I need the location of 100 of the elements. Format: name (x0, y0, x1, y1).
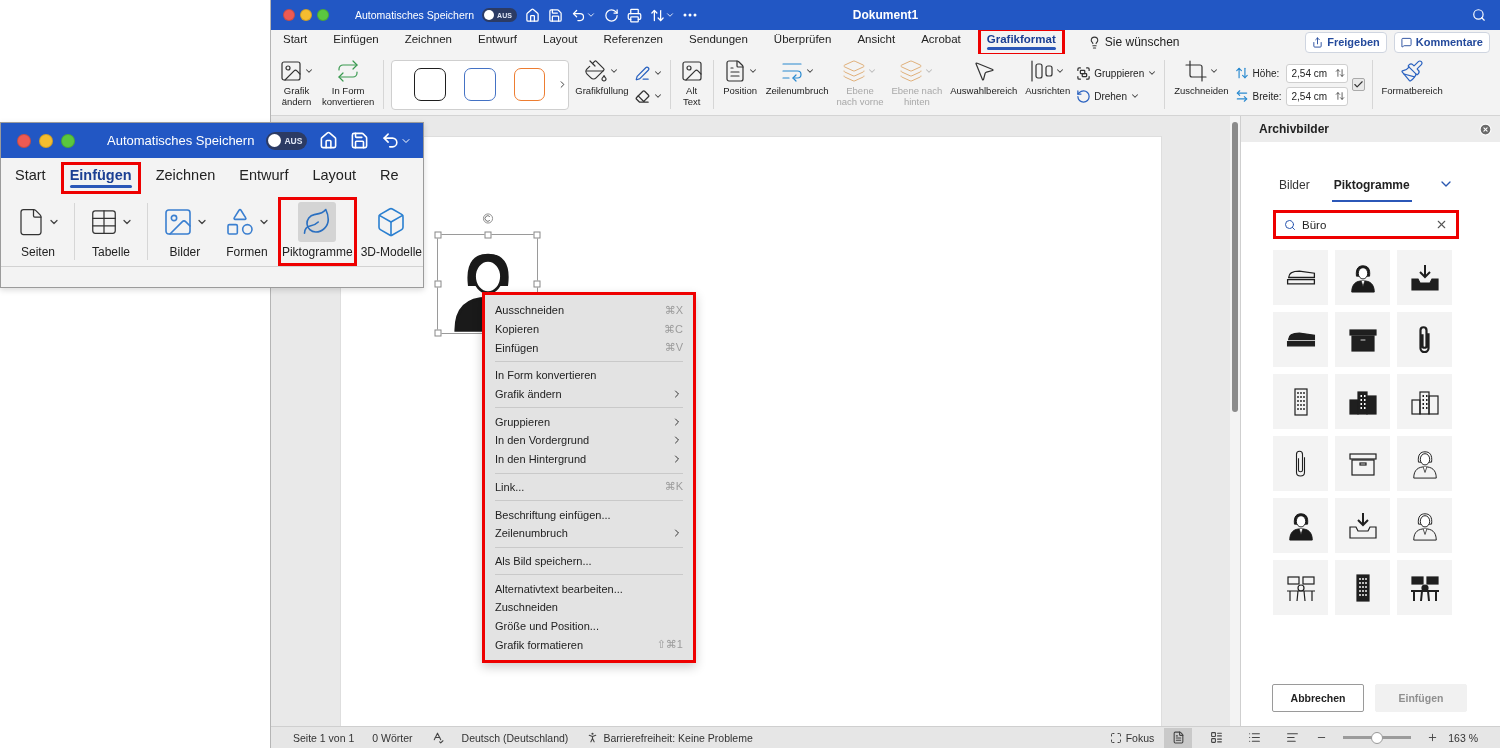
wrap-text-button[interactable]: Zeilenumbruch (763, 54, 831, 115)
pictogram-tile[interactable] (1335, 560, 1390, 615)
alt-text-button[interactable]: Alt Text (677, 54, 706, 115)
insert-ribbon-button[interactable]: Tabelle (80, 197, 141, 266)
menu-item[interactable]: Grafik formatieren ⇧⌘1 (495, 635, 683, 654)
style-swatch[interactable] (463, 68, 496, 101)
word-count[interactable]: 0 Wörter (372, 731, 413, 744)
outline-button[interactable] (634, 65, 663, 81)
pane-tab[interactable]: Piktogramme (1331, 178, 1412, 202)
scrollbar-thumb[interactable] (1232, 122, 1238, 412)
ribbon-tab[interactable]: Einfügen (60, 161, 141, 194)
menu-item[interactable]: Zeilenumbruch (495, 523, 683, 543)
pictogram-tile[interactable] (1335, 250, 1390, 305)
pictogram-tile[interactable] (1273, 436, 1328, 491)
pictogram-tile[interactable] (1273, 560, 1328, 615)
pictogram-tile[interactable] (1335, 436, 1390, 491)
menu-item[interactable]: Als Bild speichern... (495, 551, 683, 571)
page-count[interactable]: Seite 1 von 1 (293, 731, 355, 744)
zoom-window-button[interactable] (61, 133, 75, 148)
menu-item[interactable]: Gruppieren (495, 412, 683, 432)
ribbon-tab[interactable]: Referenzen (594, 30, 672, 54)
menu-item[interactable]: Ausschneiden ⌘X (495, 301, 683, 320)
search-input[interactable]: Büro (1302, 218, 1429, 231)
share-button[interactable]: Freigeben (1305, 31, 1387, 53)
ribbon-tab[interactable]: Start (6, 161, 55, 194)
resize-handle[interactable] (484, 231, 491, 239)
convert-to-shape-button[interactable]: In Form konvertieren (320, 54, 377, 115)
insert-ribbon-button[interactable]: Formen (215, 197, 278, 266)
insert-ribbon-button[interactable]: Seiten (8, 197, 68, 266)
graphic-fill-button[interactable]: Grafikfüllung (573, 54, 631, 115)
pictogram-tile[interactable] (1397, 560, 1452, 615)
arrange-button[interactable]: Auswahlbereich (948, 54, 1020, 115)
view-button[interactable] (1164, 727, 1193, 748)
pictogram-tile[interactable] (1397, 312, 1452, 367)
height-field[interactable]: 2,54 cm (1285, 63, 1348, 83)
ribbon-tab[interactable]: Entwurf (230, 161, 298, 194)
width-field[interactable]: 2,54 cm (1285, 86, 1348, 106)
ribbon-tab[interactable]: Entwurf (469, 30, 526, 54)
effects-button[interactable] (634, 88, 663, 104)
ribbon-tab[interactable]: Sendungen (680, 30, 757, 54)
ribbon-tab[interactable]: Zeichnen (146, 161, 225, 194)
menu-item[interactable]: Zuschneiden (495, 597, 683, 617)
resize-handle[interactable] (434, 231, 442, 239)
pictogram-tile[interactable] (1335, 312, 1390, 367)
ribbon-tab[interactable]: Überprüfen (764, 30, 841, 54)
minimize-window-button[interactable] (300, 9, 312, 21)
lock-aspect-checkbox[interactable] (1351, 78, 1365, 91)
ribbon-tab[interactable]: Zeichnen (395, 30, 461, 54)
menu-item[interactable]: Grafik ändern (495, 384, 683, 404)
pictogram-tile[interactable] (1397, 374, 1452, 429)
pictogram-tile[interactable] (1335, 374, 1390, 429)
pictogram-tile[interactable] (1273, 498, 1328, 553)
resize-handle[interactable] (533, 231, 541, 239)
language-label[interactable]: Deutsch (Deutschland) (461, 731, 569, 744)
tell-me-label[interactable]: Sie wünschen (1104, 35, 1180, 49)
menu-item[interactable]: Alternativtext bearbeiten... (495, 579, 683, 598)
rotate-handle[interactable] (482, 213, 493, 224)
ribbon-tab[interactable]: Einfügen (324, 30, 388, 54)
search-field[interactable]: Büro (1273, 210, 1459, 239)
group-button[interactable]: Gruppieren (1076, 65, 1158, 81)
menu-item[interactable]: In den Hintergrund (495, 449, 683, 469)
autosave-toggle[interactable]: AUS (266, 131, 308, 150)
zoom-window-button[interactable] (317, 9, 329, 21)
menu-item[interactable]: Kopieren ⌘C (495, 319, 683, 339)
ribbon-tab[interactable]: Layout (303, 161, 366, 194)
resize-handle[interactable] (434, 280, 442, 288)
position-button[interactable]: Position (720, 54, 760, 115)
ribbon-tab[interactable]: Re (371, 161, 408, 194)
menu-item[interactable]: In den Vordergrund (495, 431, 683, 450)
pictogram-tile[interactable] (1397, 250, 1452, 305)
pictogram-tile[interactable] (1273, 374, 1328, 429)
pictogram-tile[interactable] (1397, 498, 1452, 553)
pane-tab[interactable]: Bilder (1277, 178, 1312, 202)
resize-handle[interactable] (434, 329, 442, 337)
ribbon-tab[interactable]: Start (274, 30, 317, 54)
ribbon-tab[interactable]: Acrobat (912, 30, 970, 54)
ribbon-tab[interactable]: Ansicht (848, 30, 905, 54)
insert-ribbon-button[interactable]: 3D-Modelle (356, 197, 423, 266)
style-swatch[interactable] (414, 68, 446, 101)
insert-ribbon-button[interactable]: Bilder (153, 197, 216, 266)
style-swatch[interactable] (513, 68, 546, 101)
pictogram-tile[interactable] (1273, 312, 1328, 367)
ribbon-tab[interactable]: Layout (534, 30, 587, 54)
zoom-thumb[interactable] (1371, 731, 1384, 744)
menu-item[interactable]: Beschriftung einfügen... (495, 505, 683, 524)
minimize-window-button[interactable] (39, 133, 53, 148)
format-pane-button[interactable]: Formatbereich (1379, 54, 1445, 115)
crop-button[interactable]: Zuschneiden (1172, 54, 1231, 115)
arrange-button[interactable]: Ausrichten (1023, 54, 1073, 115)
accessibility-status[interactable]: Barrierefreiheit: Keine Probleme (603, 731, 753, 744)
menu-item[interactable]: Einfügen ⌘V (495, 338, 683, 358)
insert-ribbon-button[interactable]: Piktogramme (277, 197, 357, 266)
focus-button[interactable]: Fokus (1125, 731, 1155, 744)
zoom-reading[interactable]: 163 % (1448, 731, 1478, 744)
comments-button[interactable]: Kommentare (1393, 31, 1490, 53)
pictogram-tile[interactable] (1273, 250, 1328, 305)
menu-item[interactable]: In Form konvertieren (495, 366, 683, 385)
pictogram-tile[interactable] (1335, 498, 1390, 553)
menu-item[interactable]: Größe und Position... (495, 616, 683, 636)
change-graphic-button[interactable]: Grafik ändern (277, 54, 316, 115)
